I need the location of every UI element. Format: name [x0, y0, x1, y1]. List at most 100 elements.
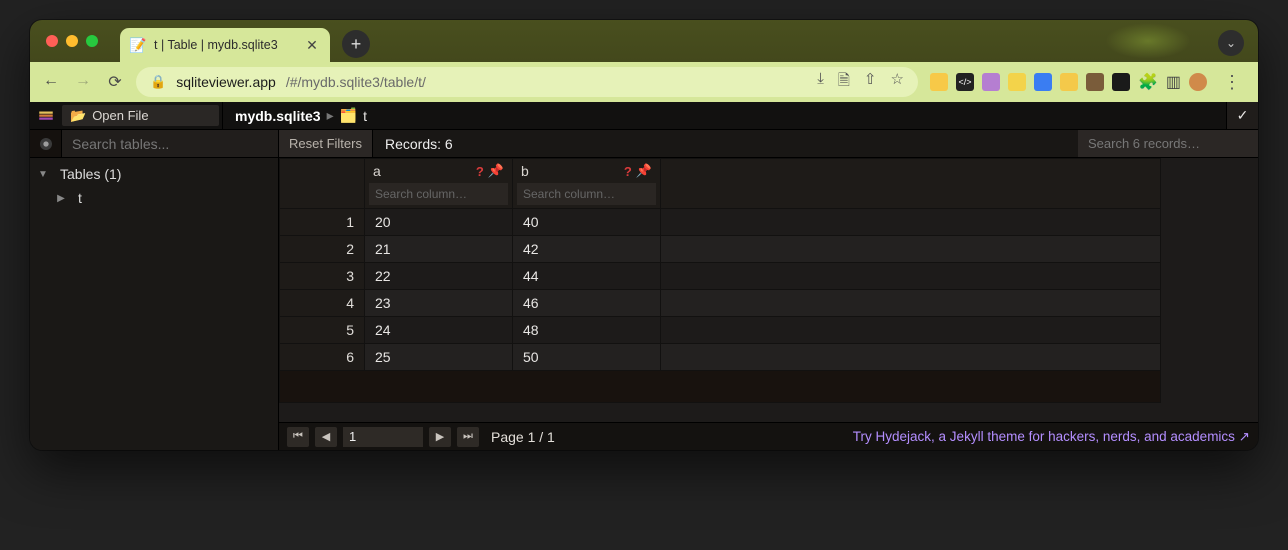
table-row[interactable]: 22142	[280, 236, 1161, 263]
cell[interactable]: 24	[365, 317, 513, 344]
cell-empty	[661, 263, 1161, 290]
extension-icon[interactable]	[1112, 73, 1130, 91]
window-close-button[interactable]	[46, 35, 58, 47]
extension-icon[interactable]	[1086, 73, 1104, 91]
window-minimize-button[interactable]	[66, 35, 78, 47]
tables-group[interactable]: ▼ Tables (1)	[30, 162, 278, 186]
data-grid[interactable]: a ? 📌	[279, 158, 1258, 422]
next-page-button[interactable]: ▶	[429, 427, 451, 447]
address-bar[interactable]: 🔒 sqliteviewer.app/#/mydb.sqlite3/table/…	[136, 67, 918, 97]
extensions-tray: </> 🧩 ▥	[930, 72, 1207, 92]
reload-button[interactable]: ⟳	[106, 72, 124, 92]
share-icon[interactable]: ⇧	[864, 70, 877, 95]
row-number-cell: 6	[280, 344, 365, 371]
extension-icon[interactable]	[930, 73, 948, 91]
tab-favicon: 📝	[130, 37, 146, 53]
search-tables-input[interactable]	[62, 130, 278, 157]
table-tree-item[interactable]: ▶ t	[30, 186, 278, 210]
cell[interactable]: 23	[365, 290, 513, 317]
sidebar-app-icon[interactable]	[30, 130, 62, 157]
promo-link[interactable]: Try Hydejack, a Jekyll theme for hackers…	[853, 429, 1250, 445]
app-logo-icon	[30, 102, 62, 129]
cell[interactable]: 50	[513, 344, 661, 371]
pin-icon[interactable]: 📌	[488, 163, 504, 179]
column-name: a	[373, 163, 472, 179]
cell[interactable]: 20	[365, 209, 513, 236]
first-page-button[interactable]: ⏮	[287, 427, 309, 447]
breadcrumb-db[interactable]: mydb.sqlite3	[235, 108, 321, 124]
tab-close-button[interactable]: ✕	[304, 37, 320, 53]
cell[interactable]: 46	[513, 290, 661, 317]
filter-bar: Reset Filters Records: 6	[279, 130, 1258, 158]
forward-button[interactable]: →	[74, 72, 92, 92]
extension-icon[interactable]	[1008, 73, 1026, 91]
column-filter-input[interactable]	[369, 183, 508, 205]
lock-icon: 🔒	[150, 74, 166, 90]
extension-icon[interactable]	[1060, 73, 1078, 91]
extension-icon[interactable]: </>	[956, 73, 974, 91]
row-number-cell: 5	[280, 317, 365, 344]
column-header[interactable]: b ? 📌	[513, 159, 661, 209]
browser-menu-button[interactable]: ⋮	[1219, 72, 1246, 93]
reset-filters-button[interactable]: Reset Filters	[279, 130, 373, 157]
pin-icon[interactable]: 📌	[636, 163, 652, 179]
page-number-input[interactable]	[343, 427, 423, 447]
browser-toolbar: ← → ⟳ 🔒 sqliteviewer.app/#/mydb.sqlite3/…	[30, 62, 1258, 102]
new-tab-button[interactable]: +	[342, 30, 370, 58]
column-header-empty	[661, 159, 1161, 209]
column-filter-input[interactable]	[517, 183, 656, 205]
caret-right-icon: ▶	[48, 193, 74, 204]
tabs-menu-button[interactable]: ⌄	[1218, 30, 1244, 56]
check-button[interactable]: ✓	[1226, 102, 1258, 129]
cell[interactable]: 21	[365, 236, 513, 263]
extension-icon[interactable]	[1034, 73, 1052, 91]
breadcrumb: mydb.sqlite3 ▸ 🗂️ t	[223, 102, 1226, 129]
app-toolbar: 📂 Open File mydb.sqlite3 ▸ 🗂️ t ✓	[30, 102, 1258, 130]
install-app-icon[interactable]: ⤓	[817, 70, 824, 95]
prev-page-button[interactable]: ◀	[315, 427, 337, 447]
breadcrumb-table[interactable]: t	[363, 108, 367, 124]
cell[interactable]: 44	[513, 263, 661, 290]
browser-tab[interactable]: 📝 t | Table | mydb.sqlite3 ✕	[120, 28, 330, 62]
column-type-unknown-icon[interactable]: ?	[624, 164, 632, 179]
side-panel-icon[interactable]: ▥	[1166, 72, 1181, 92]
table-row[interactable]: 62550	[280, 344, 1161, 371]
column-type-unknown-icon[interactable]: ?	[476, 164, 484, 179]
cell[interactable]: 22	[365, 263, 513, 290]
table-name: t	[78, 190, 82, 206]
column-header-rownum	[280, 159, 365, 209]
profile-avatar[interactable]	[1189, 73, 1207, 91]
cell[interactable]: 42	[513, 236, 661, 263]
row-number-cell: 1	[280, 209, 365, 236]
search-records-input[interactable]	[1078, 130, 1258, 157]
tables-header: Tables (1)	[60, 166, 121, 182]
blank-row	[280, 371, 1161, 403]
back-button[interactable]: ←	[42, 72, 60, 92]
table-row[interactable]: 52448	[280, 317, 1161, 344]
table-row[interactable]: 12040	[280, 209, 1161, 236]
tab-title: t | Table | mydb.sqlite3	[154, 38, 278, 52]
open-file-button[interactable]: 📂 Open File	[62, 105, 219, 126]
row-number-cell: 3	[280, 263, 365, 290]
cell-empty	[661, 317, 1161, 344]
cell[interactable]: 25	[365, 344, 513, 371]
window-zoom-button[interactable]	[86, 35, 98, 47]
extensions-puzzle-icon[interactable]: 🧩	[1138, 72, 1158, 92]
folder-icon: 📂	[70, 108, 86, 124]
table-row[interactable]: 32244	[280, 263, 1161, 290]
url-host: sqliteviewer.app	[176, 74, 276, 90]
window-controls	[46, 35, 98, 47]
last-page-button[interactable]: ⏭	[457, 427, 479, 447]
table-row[interactable]: 42346	[280, 290, 1161, 317]
pagination-footer: ⏮ ◀ ▶ ⏭ Page 1 / 1 Try Hydejack, a Jekyl…	[279, 422, 1258, 450]
column-header[interactable]: a ? 📌	[365, 159, 513, 209]
open-file-label: Open File	[92, 108, 148, 123]
extension-icon[interactable]	[982, 73, 1000, 91]
bookmark-icon[interactable]: ☆	[891, 70, 904, 95]
cell[interactable]: 48	[513, 317, 661, 344]
caret-down-icon: ▼	[30, 169, 56, 180]
cell[interactable]: 40	[513, 209, 661, 236]
row-number-cell: 4	[280, 290, 365, 317]
cell-empty	[661, 290, 1161, 317]
page-icon[interactable]: 🗎	[838, 70, 850, 95]
